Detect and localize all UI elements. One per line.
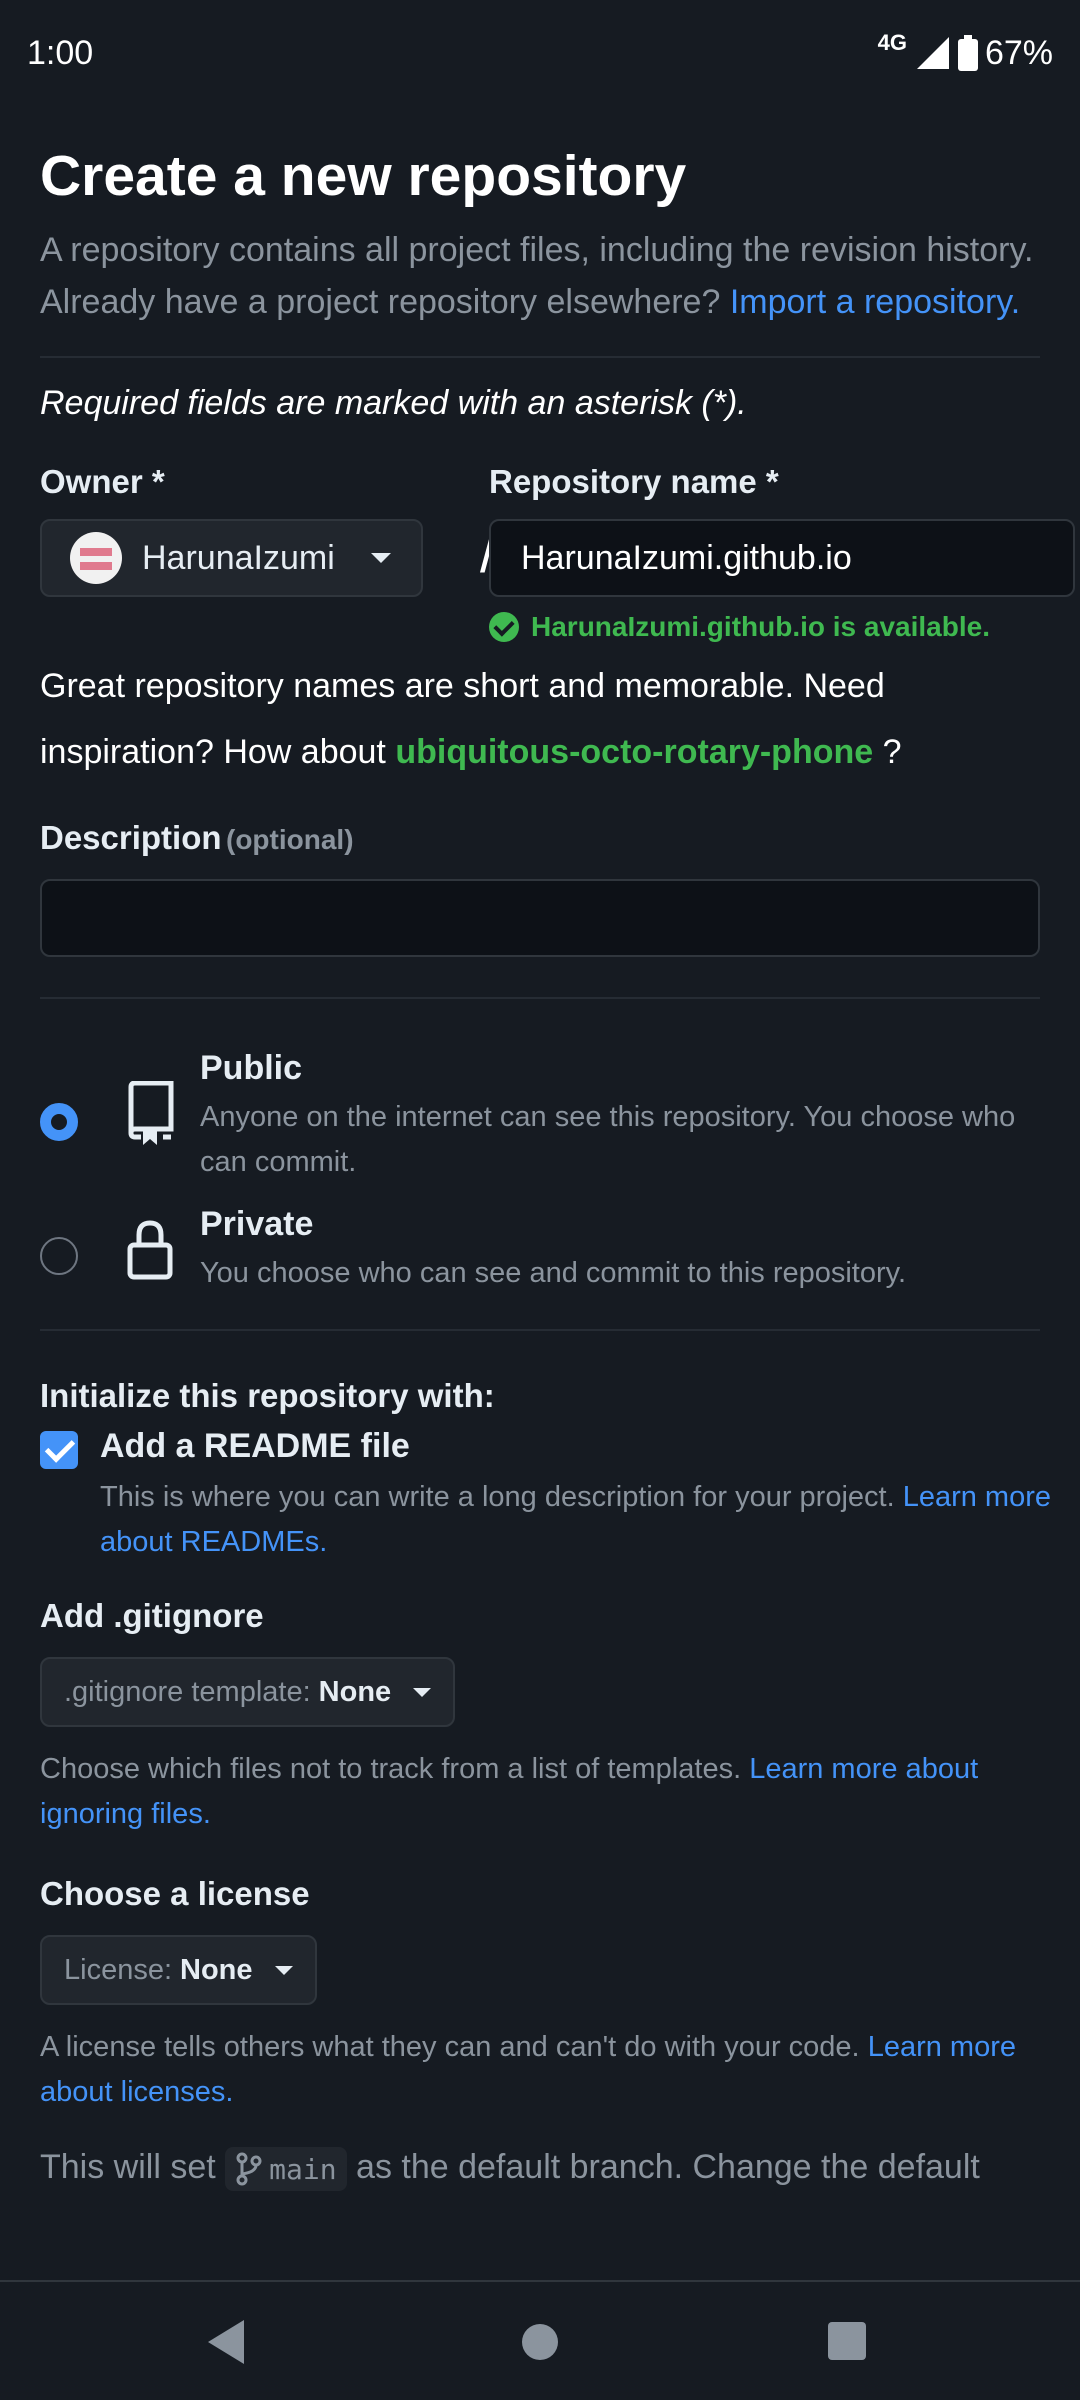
readme-checkbox[interactable] — [40, 1431, 78, 1470]
branch-chip: main — [225, 2147, 347, 2192]
status-time: 1:00 — [27, 33, 94, 72]
battery-icon — [957, 35, 978, 71]
license-select-key: License: — [64, 1953, 173, 1986]
branch-note-suffix: as the default branch. Change the defaul… — [356, 2148, 980, 2187]
public-description: Anyone on the internet can see this repo… — [200, 1101, 1016, 1179]
gitignore-select-value: None — [318, 1675, 392, 1708]
readme-help-text: This is where you can write a long descr… — [100, 1481, 895, 1514]
visibility-public[interactable]: Public Anyone on the internet can see th… — [40, 1045, 1040, 1185]
chevron-down-icon — [274, 1965, 293, 1975]
avatar — [70, 532, 122, 585]
git-branch-icon — [236, 2152, 262, 2186]
owner-repo-row: Owner * Repository name * HarunaIzumi / … — [40, 463, 1075, 643]
readme-description: This is where you can write a long descr… — [100, 1475, 1060, 1565]
gitignore-select-key: .gitignore template: — [64, 1675, 311, 1708]
initialize-label: Initialize this repository with: — [40, 1377, 495, 1415]
chevron-down-icon — [371, 553, 391, 564]
suggestion-suffix: ? — [882, 733, 902, 772]
owner-name: HarunaIzumi — [142, 538, 335, 577]
owner-label: Owner * — [40, 463, 165, 501]
required-fields-note: Required fields are marked with an aster… — [40, 384, 747, 423]
gitignore-label: Add .gitignore — [40, 1597, 264, 1635]
lock-icon — [127, 1220, 173, 1280]
intro-text: A repository contains all project files,… — [40, 224, 1040, 328]
network-type-label: 4G — [877, 30, 907, 55]
status-icons: 4G 67% — [878, 30, 1053, 73]
license-help: A license tells others what they can and… — [40, 2025, 1040, 2115]
battery-percent: 67% — [984, 33, 1053, 72]
back-icon[interactable] — [208, 2320, 244, 2364]
divider — [40, 1329, 1040, 1332]
home-icon[interactable] — [522, 2324, 558, 2360]
gitignore-help-text: Choose which files not to track from a l… — [40, 1753, 742, 1786]
description-label: Description — [40, 819, 222, 857]
signal-icon — [916, 37, 949, 69]
recent-apps-icon[interactable] — [828, 2322, 866, 2360]
branch-note-prefix: This will set — [40, 2148, 216, 2187]
suggested-name-link[interactable]: ubiquitous-octo-rotary-phone — [395, 733, 873, 771]
license-help-text: A license tells others what they can and… — [40, 2031, 860, 2064]
visibility-private[interactable]: Private You choose who can see and commi… — [40, 1205, 1040, 1329]
navigation-bar — [0, 2280, 1080, 2400]
default-branch-note: This will set main as the default branch… — [40, 2147, 1040, 2192]
repository-name-label: Repository name * — [489, 463, 779, 501]
license-select-value: None — [180, 1953, 253, 1986]
description-label-row: Description (optional) — [40, 819, 1040, 857]
page-title: Create a new repository — [40, 144, 687, 208]
owner-dropdown[interactable]: HarunaIzumi — [40, 519, 423, 598]
availability-text: HarunaIzumi.github.io is available. — [531, 611, 990, 643]
private-title: Private — [200, 1205, 314, 1244]
create-repo-form: Create a new repository A repository con… — [0, 106, 1080, 2280]
license-label: Choose a license — [40, 1875, 310, 1913]
name-suggestion: Great repository names are short and mem… — [40, 653, 1040, 785]
divider — [40, 356, 1040, 359]
repository-name-input[interactable]: HarunaIzumi.github.io — [489, 519, 1075, 598]
private-description: You choose who can see and commit to thi… — [200, 1257, 907, 1290]
gitignore-template-select[interactable]: .gitignore template: None — [40, 1657, 456, 1728]
public-title: Public — [200, 1049, 303, 1088]
gitignore-help: Choose which files not to track from a l… — [40, 1747, 1040, 1837]
readme-label: Add a README file — [100, 1427, 410, 1466]
availability-message: HarunaIzumi.github.io is available. — [489, 611, 990, 643]
import-repository-link[interactable]: Import a repository. — [730, 283, 1020, 321]
branch-name: main — [269, 2152, 337, 2186]
status-bar: 1:00 4G 67% — [0, 0, 1080, 106]
divider — [40, 997, 1040, 1000]
readme-option[interactable]: Add a README file This is where you can … — [40, 1427, 1051, 1591]
check-circle-icon — [489, 612, 519, 643]
license-select[interactable]: License: None — [40, 1935, 317, 2006]
description-input[interactable] — [40, 879, 1040, 958]
chevron-down-icon — [413, 1687, 432, 1697]
public-radio[interactable] — [40, 1103, 78, 1142]
private-radio[interactable] — [40, 1237, 78, 1276]
repo-icon — [128, 1081, 174, 1146]
optional-tag: (optional) — [226, 824, 354, 856]
